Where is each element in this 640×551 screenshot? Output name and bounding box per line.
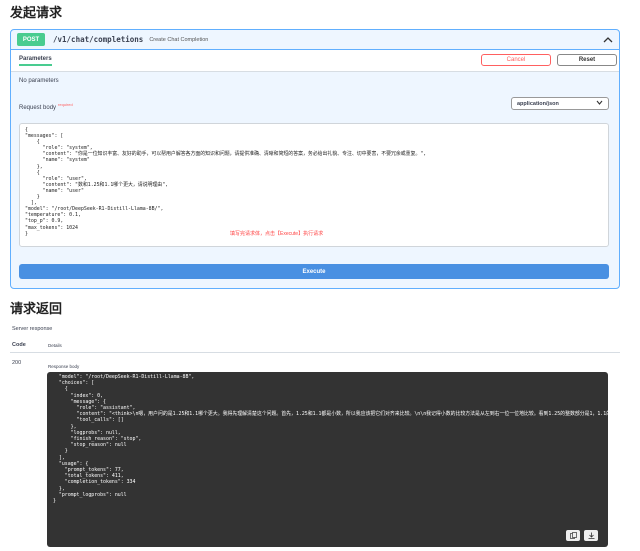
content-type-value: application/json [517,100,559,107]
cancel-button[interactable]: Cancel [481,54,551,66]
chevron-down-icon [596,100,603,107]
reset-button[interactable]: Reset [557,54,617,66]
request-body-editor[interactable]: { "messages": [ { "role": "system", "con… [19,123,609,247]
request-body-hint: 填写完请求体，点击【Execute】执行请求 [230,231,324,237]
response-section-title: 请求返回 [10,301,63,316]
endpoint-summary[interactable]: POST /v1/chat/completions Create Chat Co… [11,30,619,50]
chevron-up-icon[interactable] [603,35,613,45]
details-column-header: Details [48,343,62,348]
request-body-label-text: Request body [19,105,57,111]
response-body-code: "model": "/root/DeepSeek-R1-Distill-Llam… [53,374,608,505]
tab-parameters[interactable]: Parameters [19,56,52,66]
code-column-header: Code [12,342,26,348]
response-body[interactable]: "model": "/root/DeepSeek-R1-Distill-Llam… [47,372,608,547]
endpoint-description: Create Chat Completion [149,36,209,43]
required-marker: required [58,102,73,107]
endpoint-path: /v1/chat/completions [53,35,144,44]
no-parameters-text: No parameters [19,78,59,84]
request-body-label: Request bodyrequired [19,102,73,111]
request-body-code: { "messages": [ { "role": "system", "con… [25,127,427,237]
response-body-label: Response body [48,364,80,369]
endpoint-block: POST /v1/chat/completions Create Chat Co… [10,29,620,289]
copy-icon[interactable] [566,530,580,541]
content-type-select[interactable]: application/json [511,97,609,110]
server-response-label: Server response [12,326,53,332]
request-section-title: 发起请求 [10,5,63,20]
method-badge: POST [17,33,45,46]
response-tools [566,530,598,541]
status-code: 200 [12,360,22,366]
execute-button[interactable]: Execute [19,264,609,279]
download-icon[interactable] [584,530,598,541]
response-divider [10,352,620,353]
